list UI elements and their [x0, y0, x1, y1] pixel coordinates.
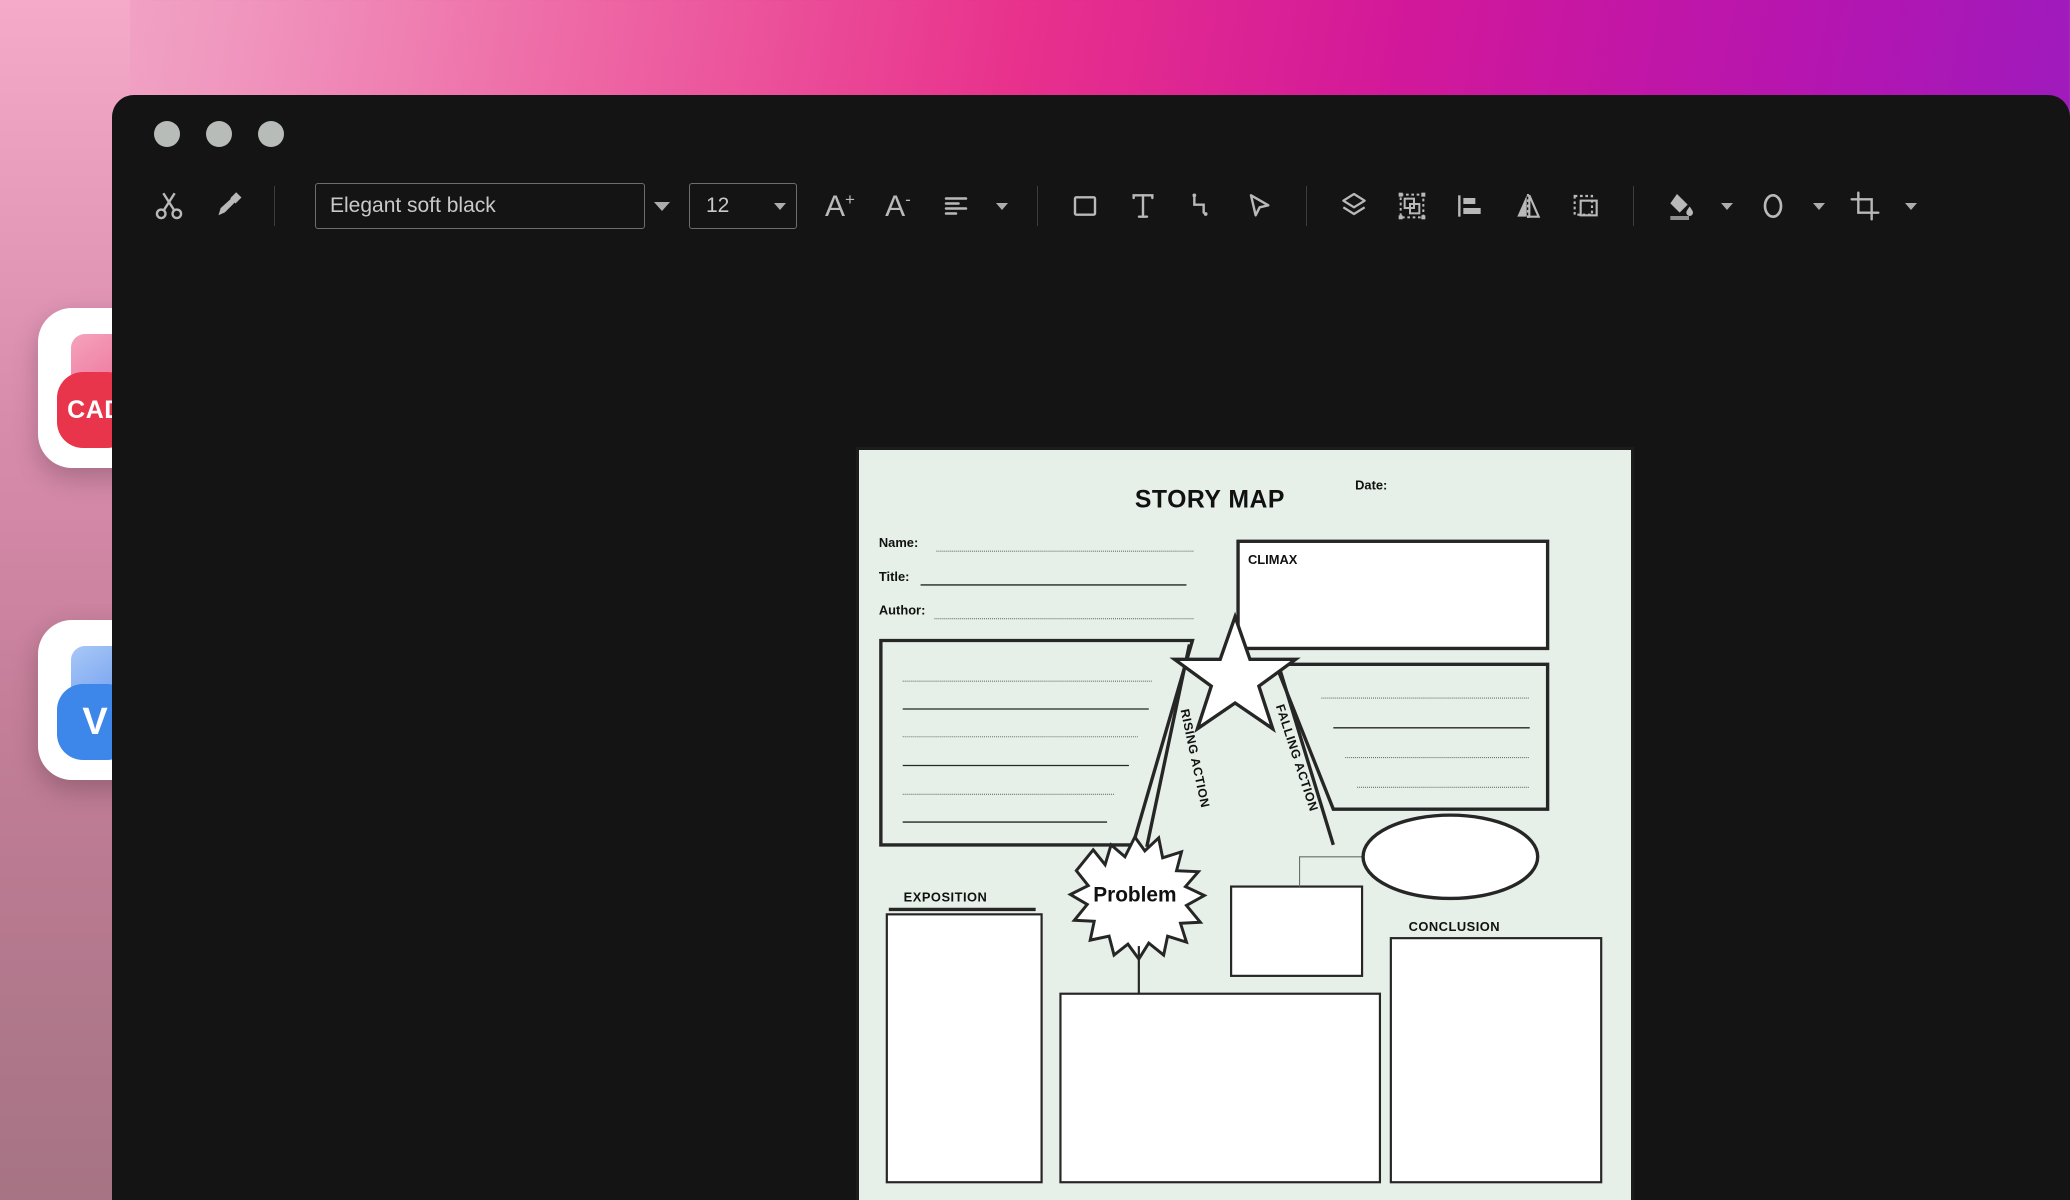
close-button[interactable]: [154, 121, 180, 147]
date-label: Date:: [1355, 478, 1387, 493]
increase-font-letter: A: [825, 189, 846, 223]
connector-icon: [1192, 193, 1208, 216]
resolution-oval: [1361, 813, 1540, 901]
font-name-dropdown-button[interactable]: [645, 183, 679, 229]
toolbar-divider: [1633, 186, 1634, 226]
minimize-button[interactable]: [206, 121, 232, 147]
align-text-button[interactable]: [927, 177, 985, 235]
font-size-value: 12: [706, 194, 730, 217]
increase-font-size-icon: A+: [825, 191, 855, 222]
layers-icon: [1342, 192, 1366, 216]
document-canvas[interactable]: .ink { stroke:#262626; fill:none; } .thi…: [856, 447, 1634, 1200]
increase-font-sign: +: [845, 189, 855, 209]
climax-label: CLIMAX: [1248, 552, 1298, 567]
event-wide-box: [1059, 992, 1382, 1184]
conclusion-box: [1389, 937, 1603, 1184]
align-text-icon: [944, 197, 968, 215]
crop-dropdown-button[interactable]: [1894, 183, 1928, 229]
story-map-worksheet: .ink { stroke:#262626; fill:none; } .thi…: [859, 450, 1631, 1200]
line-style-icon: [1763, 194, 1783, 218]
align-text-dropdown-button[interactable]: [985, 183, 1019, 229]
format-painter-button[interactable]: [198, 177, 256, 235]
toolbar: Elegant soft black 12 A+ A-: [112, 163, 2070, 249]
align-objects-icon: [1458, 195, 1481, 217]
scissors-icon: [155, 192, 183, 220]
fill-bucket-icon: [1670, 194, 1693, 220]
rectangle-shape-icon: [1073, 196, 1097, 216]
author-label: Author:: [879, 603, 925, 618]
falling-action-line: [1276, 661, 1335, 846]
flip-icon: [1517, 194, 1541, 218]
group-objects-icon: [1398, 192, 1426, 220]
app-window: Elegant soft black 12 A+ A- STORY MAP Da…: [112, 95, 2070, 1200]
arrange-icon: [1573, 194, 1598, 217]
text-box-icon: [1132, 194, 1154, 218]
decrease-font-letter: A: [885, 189, 906, 223]
arrange-button[interactable]: [1557, 177, 1615, 235]
desktop-left-gradient: [0, 0, 130, 1200]
cut-button[interactable]: [140, 177, 198, 235]
chevron-down-icon: [1905, 202, 1917, 210]
conclusion-label: CONCLUSION: [1409, 919, 1501, 934]
font-size-input[interactable]: 12: [689, 183, 797, 229]
exposition-label: EXPOSITION: [904, 889, 988, 904]
maximize-button[interactable]: [258, 121, 284, 147]
worksheet-title: STORY MAP: [1135, 487, 1285, 514]
group-objects-button[interactable]: [1383, 177, 1441, 235]
chevron-down-icon: [774, 202, 786, 210]
toolbar-divider: [1037, 186, 1038, 226]
connector-button[interactable]: [1172, 177, 1230, 235]
chevron-down-icon: [996, 202, 1008, 210]
rectangle-shape-button[interactable]: [1056, 177, 1114, 235]
crop-button[interactable]: [1836, 177, 1894, 235]
window-controls: [154, 121, 284, 147]
format-painter-icon: [218, 192, 242, 216]
chevron-down-icon: [1813, 202, 1825, 210]
align-objects-button[interactable]: [1441, 177, 1499, 235]
chevron-down-icon: [654, 201, 670, 211]
rising-action-notes: [879, 638, 1195, 847]
window-titlebar: [112, 95, 2070, 163]
name-label: Name:: [879, 535, 918, 550]
pointer-icon: [1249, 194, 1270, 217]
decrease-font-sign: -: [905, 189, 911, 209]
event-small-box: [1230, 885, 1364, 977]
toolbar-divider: [274, 186, 275, 226]
line-style-dropdown-button[interactable]: [1802, 183, 1836, 229]
line-style-button[interactable]: [1744, 177, 1802, 235]
fill-color-dropdown-button[interactable]: [1710, 183, 1744, 229]
pointer-button[interactable]: [1230, 177, 1288, 235]
problem-label: Problem: [1093, 883, 1176, 906]
decrease-font-size-button[interactable]: A-: [869, 177, 927, 235]
decrease-font-size-icon: A-: [885, 191, 911, 222]
font-name-input[interactable]: Elegant soft black: [315, 183, 645, 229]
exposition-box: [885, 913, 1043, 1184]
increase-font-size-button[interactable]: A+: [811, 177, 869, 235]
fill-color-button[interactable]: [1652, 177, 1710, 235]
text-box-button[interactable]: [1114, 177, 1172, 235]
rising-action-line: [1145, 644, 1192, 848]
chevron-down-icon: [1721, 202, 1733, 210]
title-label: Title:: [879, 569, 910, 584]
layers-button[interactable]: [1325, 177, 1383, 235]
crop-icon: [1850, 191, 1880, 221]
toolbar-divider: [1306, 186, 1307, 226]
flip-button[interactable]: [1499, 177, 1557, 235]
